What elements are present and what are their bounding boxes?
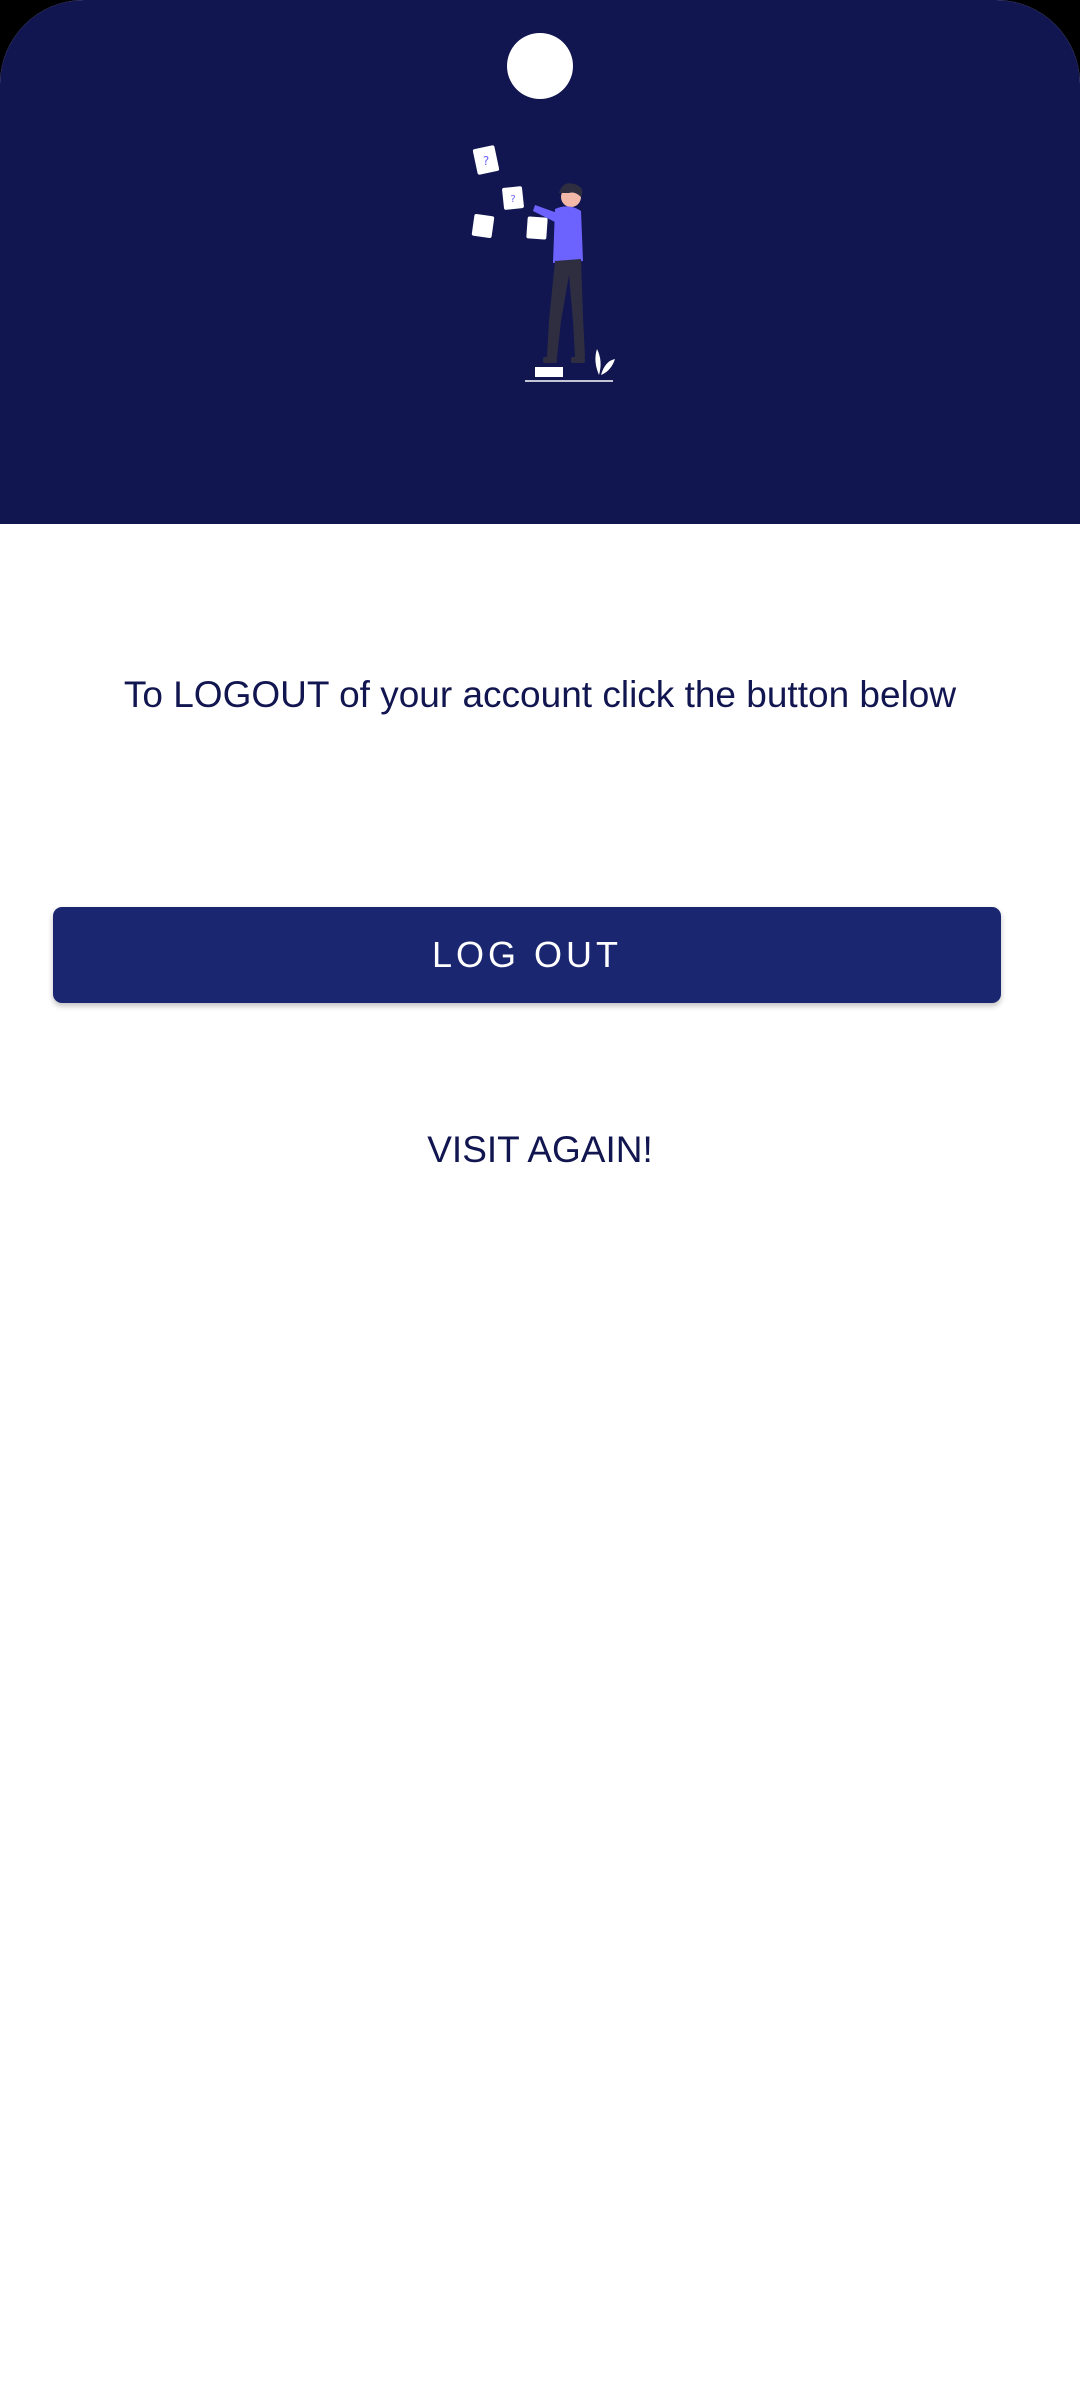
person-figure bbox=[533, 183, 585, 363]
box-shape bbox=[535, 367, 563, 377]
visit-again-text: VISIT AGAIN! bbox=[427, 1129, 653, 1170]
logout-screen: ? ? To LOGOUT of your account click the … bbox=[0, 0, 1080, 2400]
svg-text:?: ? bbox=[510, 194, 515, 205]
camera-cutout bbox=[507, 33, 573, 99]
note-4 bbox=[526, 216, 548, 240]
note-2: ? bbox=[502, 186, 524, 210]
header-banner: ? ? bbox=[0, 0, 1080, 524]
note-3 bbox=[471, 213, 495, 239]
plant-shape bbox=[595, 349, 615, 375]
logout-button[interactable]: LOG OUT bbox=[53, 907, 1001, 1003]
note-1: ? bbox=[472, 145, 500, 175]
logout-instruction-text: To LOGOUT of your account click the butt… bbox=[123, 674, 957, 715]
person-sticking-notes-illustration: ? ? bbox=[471, 145, 615, 382]
svg-text:?: ? bbox=[483, 154, 489, 168]
